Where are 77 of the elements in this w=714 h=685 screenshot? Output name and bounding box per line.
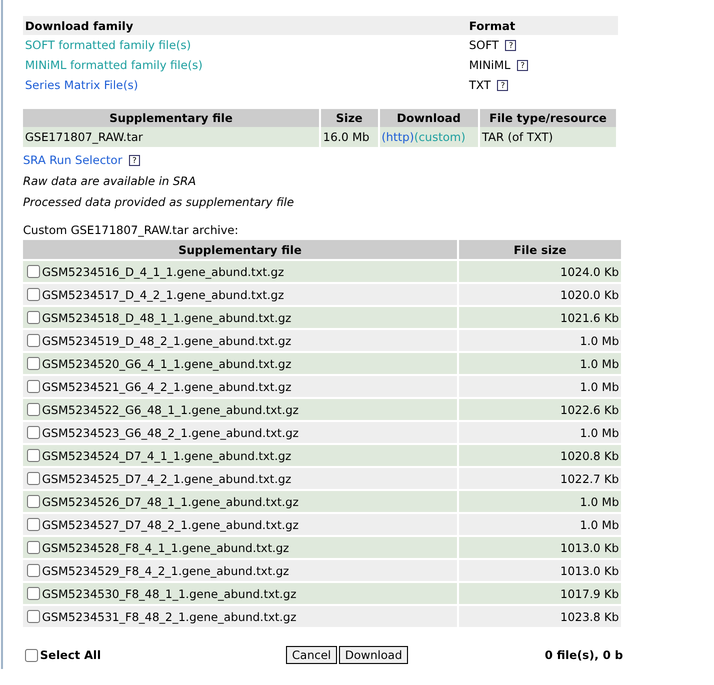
file-checkbox[interactable] [27,334,40,347]
column-header: Supplementary file [23,109,319,127]
select-all-label: Select All [40,648,101,662]
file-name: GSM5234528_F8_4_1_1.gene_abund.txt.gz [42,540,290,554]
select-all-checkbox[interactable] [25,648,38,662]
file-name: GSM5234527_D7_48_2_1.gene_abund.txt.gz [42,518,299,532]
file-size: 1.0 Mb [580,426,619,440]
file-name: GSM5234531_F8_48_2_1.gene_abund.txt.gz [42,610,296,624]
file-checkbox[interactable] [27,472,40,485]
help-icon[interactable]: ? [517,60,528,71]
file-checkbox[interactable] [27,495,40,508]
note-text: Raw data are available in SRA [23,173,198,190]
note-text: Processed data provided as supplementary file [23,194,295,211]
file-size: 1022.7 Kb [560,472,619,486]
help-icon[interactable]: ? [497,80,508,91]
file-size: 1.0 Mb [580,518,619,532]
column-header: Download [380,109,478,127]
file-name: GSM5234530_F8_48_1_1.gene_abund.txt.gz [42,586,296,600]
table-cell: TAR (of TXT) [480,127,616,147]
column-header: Download family [23,16,467,35]
file-size: 1022.6 Kb [560,402,619,416]
column-header: File size [459,240,621,259]
file-size: 1013.0 Kb [560,564,619,578]
file-checkbox[interactable] [27,357,40,370]
file-checkbox[interactable] [27,587,40,600]
column-header: Size [321,109,378,127]
file-checkbox[interactable] [27,265,40,278]
file-size: 1013.0 Kb [560,540,619,554]
help-icon[interactable]: ? [505,40,516,51]
action-button[interactable]: Download [338,646,408,664]
selection-summary: 0 file(s), 0 b [544,648,623,662]
file-checkbox[interactable] [27,610,40,623]
file-name: GSM5234518_D_48_1_1.gene_abund.txt.gz [42,310,292,324]
file-name: GSM5234517_D_4_2_1.gene_abund.txt.gz [42,288,284,302]
file-checkbox[interactable] [27,288,40,301]
file-name: GSM5234520_G6_4_1_1.gene_abund.txt.gz [42,356,292,370]
file-name: GSM5234519_D_48_2_1.gene_abund.txt.gz [42,334,292,348]
column-header: Supplementary file [23,240,457,259]
column-header: File type/resource [480,109,616,127]
file-checkbox[interactable] [27,518,40,531]
download-link[interactable]: (http) [382,130,414,144]
file-checkbox[interactable] [27,426,40,439]
file-checkbox[interactable] [27,564,40,577]
file-size: 1020.0 Kb [560,288,619,302]
file-name: GSM5234529_F8_4_2_1.gene_abund.txt.gz [42,564,290,578]
file-name: GSM5234523_G6_48_2_1.gene_abund.txt.gz [42,426,299,440]
file-name: GSM5234516_D_4_1_1.gene_abund.txt.gz [42,264,284,278]
file-name: GSM5234525_D7_4_2_1.gene_abund.txt.gz [42,472,292,486]
table-cell: 16.0 Mb [321,127,378,147]
file-checkbox[interactable] [27,449,40,462]
file-checkbox[interactable] [27,541,40,554]
format-label: MINiML [469,58,510,72]
file-size: 1024.0 Kb [560,264,619,278]
format-label: TXT [469,78,491,92]
file-name: GSM5234521_G6_4_2_1.gene_abund.txt.gz [42,380,292,394]
file-size: 1021.6 Kb [560,310,619,324]
file-size: 1.0 Mb [580,380,619,394]
file-name: GSM5234524_D7_4_1_1.gene_abund.txt.gz [42,448,292,462]
archive-caption: Custom GSE171807_RAW.tar archive: [23,223,240,238]
file-name: GSM5234522_G6_48_1_1.gene_abund.txt.gz [42,402,299,416]
file-checkbox[interactable] [27,380,40,393]
format-label: SOFT [469,38,499,52]
file-name: GSM5234526_D7_48_1_1.gene_abund.txt.gz [42,494,299,508]
column-header: Format [467,16,618,35]
file-size: 1.0 Mb [580,494,619,508]
file-size: 1020.8 Kb [560,448,619,462]
help-icon[interactable]: ? [128,155,140,166]
file-size: 1017.9 Kb [560,586,619,600]
file-size: 1023.8 Kb [560,610,619,624]
file-checkbox[interactable] [27,311,40,324]
file-link[interactable]: Series Matrix File(s) [25,78,138,92]
file-size: 1.0 Mb [580,356,619,370]
sra-link[interactable]: SRA Run Selector [23,153,122,167]
file-size: 1.0 Mb [580,334,619,348]
file-checkbox[interactable] [27,403,40,416]
table-cell: GSE171807_RAW.tar [23,127,319,147]
action-button[interactable]: Cancel [286,646,337,664]
